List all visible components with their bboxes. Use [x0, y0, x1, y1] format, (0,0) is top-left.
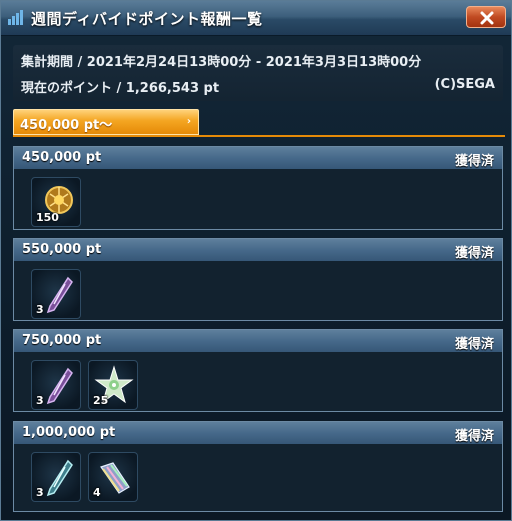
reward-item[interactable]: 3: [31, 360, 81, 410]
reward-tier-card: 1,000,000 pt 獲得済 3 4: [13, 421, 503, 512]
window-title: 週間ディバイドポイント報酬一覧: [31, 10, 263, 28]
reward-tier-header: 550,000 pt 獲得済: [14, 239, 502, 261]
aggregation-period: 集計期間 / 2021年2月24日13時00分 - 2021年3月3日13時00…: [21, 55, 422, 70]
tab-450000-pt[interactable]: 450,000 pt〜 ›: [13, 109, 199, 135]
reward-tier-card: 750,000 pt 獲得済 3 25: [13, 329, 503, 412]
tier-points: 550,000 pt: [22, 242, 102, 257]
reward-item[interactable]: 3: [31, 452, 81, 502]
tier-status: 獲得済: [454, 154, 494, 169]
current-points: 現在のポイント / 1,266,543 pt: [21, 81, 220, 96]
item-quantity: 150: [36, 211, 59, 224]
reward-item[interactable]: 150: [31, 177, 81, 227]
item-quantity: 3: [36, 486, 44, 499]
item-quantity: 4: [93, 486, 101, 499]
tier-points: 750,000 pt: [22, 333, 102, 348]
copyright-label: (C)SEGA: [434, 77, 495, 92]
reward-tier-header: 450,000 pt 獲得済: [14, 147, 502, 169]
tier-points: 1,000,000 pt: [22, 425, 116, 440]
reward-tier-card: 550,000 pt 獲得済 3: [13, 238, 503, 321]
reward-tier-header: 1,000,000 pt 獲得済: [14, 422, 502, 444]
close-button[interactable]: [466, 6, 506, 28]
tier-status: 獲得済: [454, 429, 494, 444]
item-quantity: 25: [93, 394, 109, 407]
reward-list-window: 週間ディバイドポイント報酬一覧 集計期間 / 2021年2月24日13時00分 …: [0, 0, 512, 521]
tier-status: 獲得済: [454, 337, 494, 352]
tab-label: 450,000 pt〜: [20, 118, 113, 133]
item-quantity: 3: [36, 394, 44, 407]
reward-tier-card: 450,000 pt 獲得済 150: [13, 146, 503, 230]
reward-item[interactable]: 25: [88, 360, 138, 410]
chevron-right-icon: ›: [186, 116, 191, 127]
signal-bars-icon: [7, 7, 25, 27]
reward-item[interactable]: 4: [88, 452, 138, 502]
close-icon: [480, 11, 494, 25]
info-panel: 集計期間 / 2021年2月24日13時00分 - 2021年3月3日13時00…: [13, 45, 503, 101]
title-bar[interactable]: 週間ディバイドポイント報酬一覧: [1, 1, 511, 36]
tab-underline: [13, 135, 505, 137]
reward-item[interactable]: 3: [31, 269, 81, 319]
tier-points: 450,000 pt: [22, 150, 102, 165]
tier-status: 獲得済: [454, 246, 494, 261]
reward-tier-header: 750,000 pt 獲得済: [14, 330, 502, 352]
item-quantity: 3: [36, 303, 44, 316]
